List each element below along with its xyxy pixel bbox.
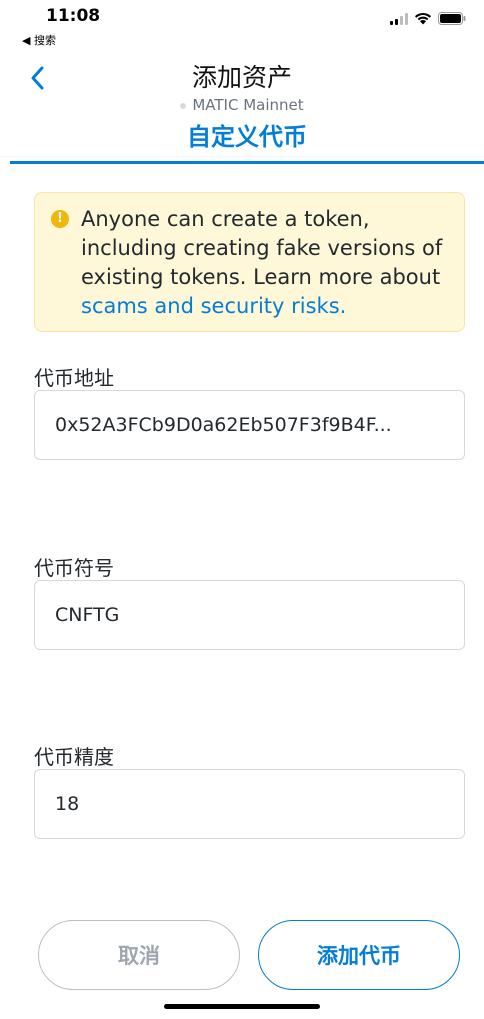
- token-decimals-label: 代币精度: [34, 745, 114, 769]
- status-back-to-search[interactable]: ◀ 搜索: [22, 32, 56, 48]
- tab-custom-token[interactable]: 自定义代币: [10, 118, 484, 164]
- status-time: 11:08: [46, 6, 101, 26]
- token-address-label: 代币地址: [34, 366, 114, 390]
- warning-banner: ! Anyone can create a token, including c…: [34, 192, 465, 332]
- add-token-button[interactable]: 添加代币: [258, 920, 460, 990]
- network-dot-icon: [180, 102, 187, 109]
- tab-custom-token-label: 自定义代币: [187, 123, 307, 151]
- battery-icon: [438, 12, 466, 25]
- wifi-icon: [415, 12, 431, 25]
- signal-icon: [390, 12, 408, 25]
- page-title: 添加资产: [191, 63, 292, 92]
- status-icons: [390, 12, 466, 25]
- network-name: MATIC Mainnet: [192, 96, 304, 114]
- status-bar: 11:08 ◀ 搜索: [0, 0, 484, 50]
- token-decimals-input[interactable]: [34, 769, 465, 839]
- warning-text: Anyone can create a token, including cre…: [81, 205, 450, 321]
- tab-underline: [10, 161, 484, 164]
- warning-message: Anyone can create a token, including cre…: [81, 207, 443, 289]
- token-symbol-input[interactable]: [34, 580, 465, 650]
- token-address-input[interactable]: [34, 390, 465, 460]
- cancel-button[interactable]: 取消: [38, 920, 240, 990]
- nav-header: 添加资产 MATIC Mainnet: [0, 50, 484, 157]
- home-indicator[interactable]: [164, 1004, 320, 1009]
- token-symbol-label: 代币符号: [34, 556, 114, 580]
- network-indicator: MATIC Mainnet: [0, 96, 484, 114]
- warning-icon: !: [51, 210, 69, 228]
- security-risks-link[interactable]: scams and security risks.: [81, 294, 346, 318]
